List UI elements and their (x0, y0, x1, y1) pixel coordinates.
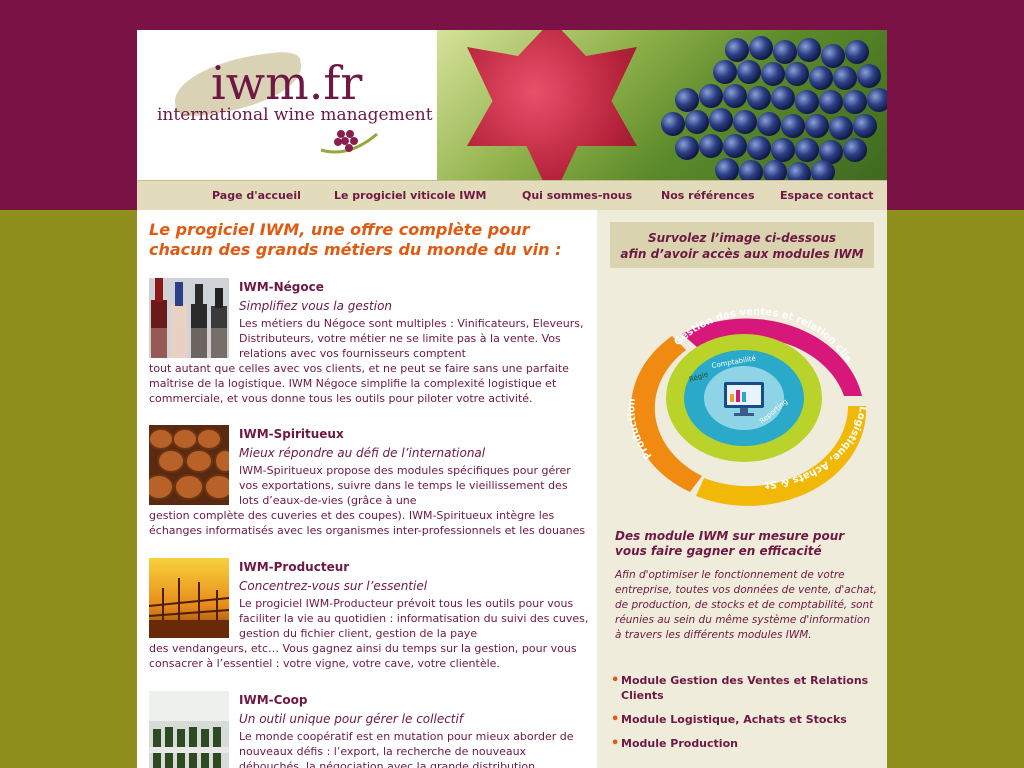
logo-tagline: international wine management (157, 105, 433, 125)
product-subtitle: Un outil unique pour gérer le collectif (239, 712, 464, 726)
product-description-cont: gestion complète des cuveries et des cou… (149, 509, 586, 537)
sidebar-description: Afin d'optimiser le fonctionnement de vo… (615, 569, 878, 641)
barrels-thumbnail[interactable] (149, 425, 229, 505)
main-content: Le progiciel IWM, une offre complète pou… (137, 210, 597, 768)
wine-bottles-thumbnail[interactable] (149, 278, 229, 358)
vineyard-sunset-thumbnail[interactable] (149, 558, 229, 638)
product-description: Le monde coopératif est en mutation pour… (239, 730, 574, 768)
callout-line-1: Survolez l’image ci-dessous (647, 231, 837, 245)
callout-line-2: afin d’avoir accès aux modules IWM (620, 247, 864, 261)
product-description: Le progiciel IWM-Producteur prévoit tous… (239, 597, 589, 640)
bottling-line-thumbnail[interactable] (149, 691, 229, 768)
product-subtitle: Concentrez-vous sur l’essentiel (239, 579, 428, 593)
product-description-cont: des vendangeurs, etc… Vous gagnez ainsi … (149, 642, 577, 670)
module-link-production[interactable]: • Module Production (611, 736, 871, 751)
module-link-label: Module Production (621, 737, 738, 750)
page-container: iwm.fr international wine management Pag… (137, 30, 887, 768)
nav-home[interactable]: Page d'accueil (212, 189, 301, 202)
bullet-icon: • (611, 673, 620, 688)
nav-progiciel[interactable]: Le progiciel viticole IWM (334, 189, 486, 202)
nav-references[interactable]: Nos références (661, 189, 755, 202)
product-description: Les métiers du Négoce sont multiples : V… (239, 317, 584, 360)
hover-callout: Survolez l’image ci-dessous afin d’avoir… (610, 222, 874, 268)
product-title[interactable]: IWM-Coop (239, 693, 308, 707)
product-title[interactable]: IWM-Négoce (239, 280, 324, 294)
module-link-logistique[interactable]: • Module Logistique, Achats et Stocks (611, 712, 871, 727)
header-grape-photo (437, 30, 887, 180)
product-description: IWM-Spiritueux propose des modules spéci… (239, 464, 571, 507)
product-title[interactable]: IWM-Producteur (239, 560, 349, 574)
grapes-icon (320, 130, 378, 154)
nav-contact[interactable]: Espace contact (780, 189, 874, 202)
bullet-icon: • (611, 736, 620, 751)
module-link-label: Module Logistique, Achats et Stocks (621, 713, 847, 726)
sidebar: Survolez l’image ci-dessous afin d’avoir… (597, 210, 887, 768)
product-description-cont: tout autant que celles avec vos clients,… (149, 362, 569, 405)
nav-about[interactable]: Qui sommes-nous (522, 189, 632, 202)
main-nav: Page d'accueil Le progiciel viticole IWM… (137, 180, 887, 210)
product-subtitle: Simplifiez vous la gestion (239, 299, 393, 313)
product-subtitle: Mieux répondre au défi de l’internationa… (239, 446, 486, 460)
module-links: • Module Gestion des Ventes et Relations … (611, 673, 871, 760)
logo-wordmark: iwm.fr (211, 56, 363, 110)
module-link-label: Module Gestion des Ventes et Relations C… (621, 674, 869, 702)
module-link-ventes[interactable]: • Module Gestion des Ventes et Relations … (611, 673, 871, 703)
product-title[interactable]: IWM-Spiritueux (239, 427, 344, 441)
page-title: Le progiciel IWM, une offre complète pou… (149, 220, 562, 259)
bullet-icon: • (611, 712, 620, 727)
site-logo[interactable]: iwm.fr international wine management (137, 30, 437, 180)
grape-cluster-icon (661, 36, 887, 180)
modules-diagram[interactable]: Gestion des ventes et relation client Lo… (612, 286, 874, 506)
sidebar-heading: Des module IWM sur mesure pour vous fair… (615, 529, 845, 558)
